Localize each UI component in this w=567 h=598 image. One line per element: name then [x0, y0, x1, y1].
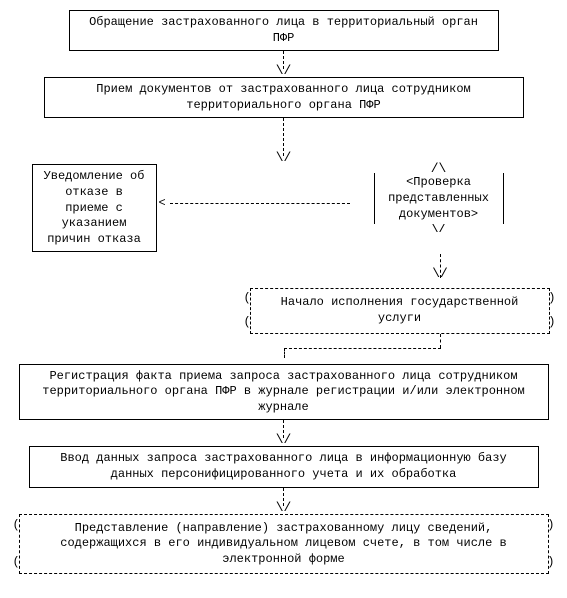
milestone-row: ( ( ) ) Начало исполнения государственно…: [10, 288, 558, 333]
node-label: Обращение застрахованного лица в террито…: [89, 15, 478, 45]
node-b8: ( ( ) ) Представление (направление) заст…: [19, 514, 549, 575]
edge-reject: <: [159, 196, 354, 210]
node-label: Проверка представленных документов: [388, 175, 489, 220]
node-label: Ввод данных запроса застрахованного лица…: [60, 451, 506, 481]
decision-row: /\ <Проверка представленных документов> …: [14, 164, 554, 254]
arrow-left-icon: <: [159, 196, 166, 210]
node-b4: Уведомление об отказе в приеме с указани…: [32, 164, 157, 252]
node-b2: Прием документов от застрахованного лица…: [44, 77, 524, 118]
arrow-down-icon: \/: [283, 420, 284, 446]
node-b3: /\ <Проверка представленных документов> …: [354, 164, 524, 233]
node-label: Начало исполнения государственной услуги: [281, 295, 519, 325]
node-label: Регистрация факта приема запроса застрах…: [42, 369, 524, 414]
node-b1: Обращение застрахованного лица в террито…: [69, 10, 499, 51]
decision-top-icon: /\: [431, 164, 447, 173]
flowchart: Обращение застрахованного лица в террито…: [14, 10, 554, 574]
arrow-down-icon: \/: [283, 51, 284, 77]
edge-success: \/: [14, 254, 554, 288]
arrow-down-icon: \/: [283, 118, 284, 164]
node-label: Прием документов от застрахованного лица…: [96, 82, 470, 112]
node-b6: Регистрация факта приема запроса застрах…: [19, 364, 549, 421]
node-label: Представление (направление) застрахованн…: [60, 521, 506, 566]
node-b5: ( ( ) ) Начало исполнения государственно…: [250, 288, 550, 333]
node-label: Уведомление об отказе в приеме с указани…: [44, 169, 145, 245]
decision-bottom-icon: \/: [431, 224, 447, 233]
edge: \/: [14, 334, 554, 364]
arrow-down-icon: \/: [283, 488, 284, 514]
node-b7: Ввод данных запроса застрахованного лица…: [29, 446, 539, 487]
